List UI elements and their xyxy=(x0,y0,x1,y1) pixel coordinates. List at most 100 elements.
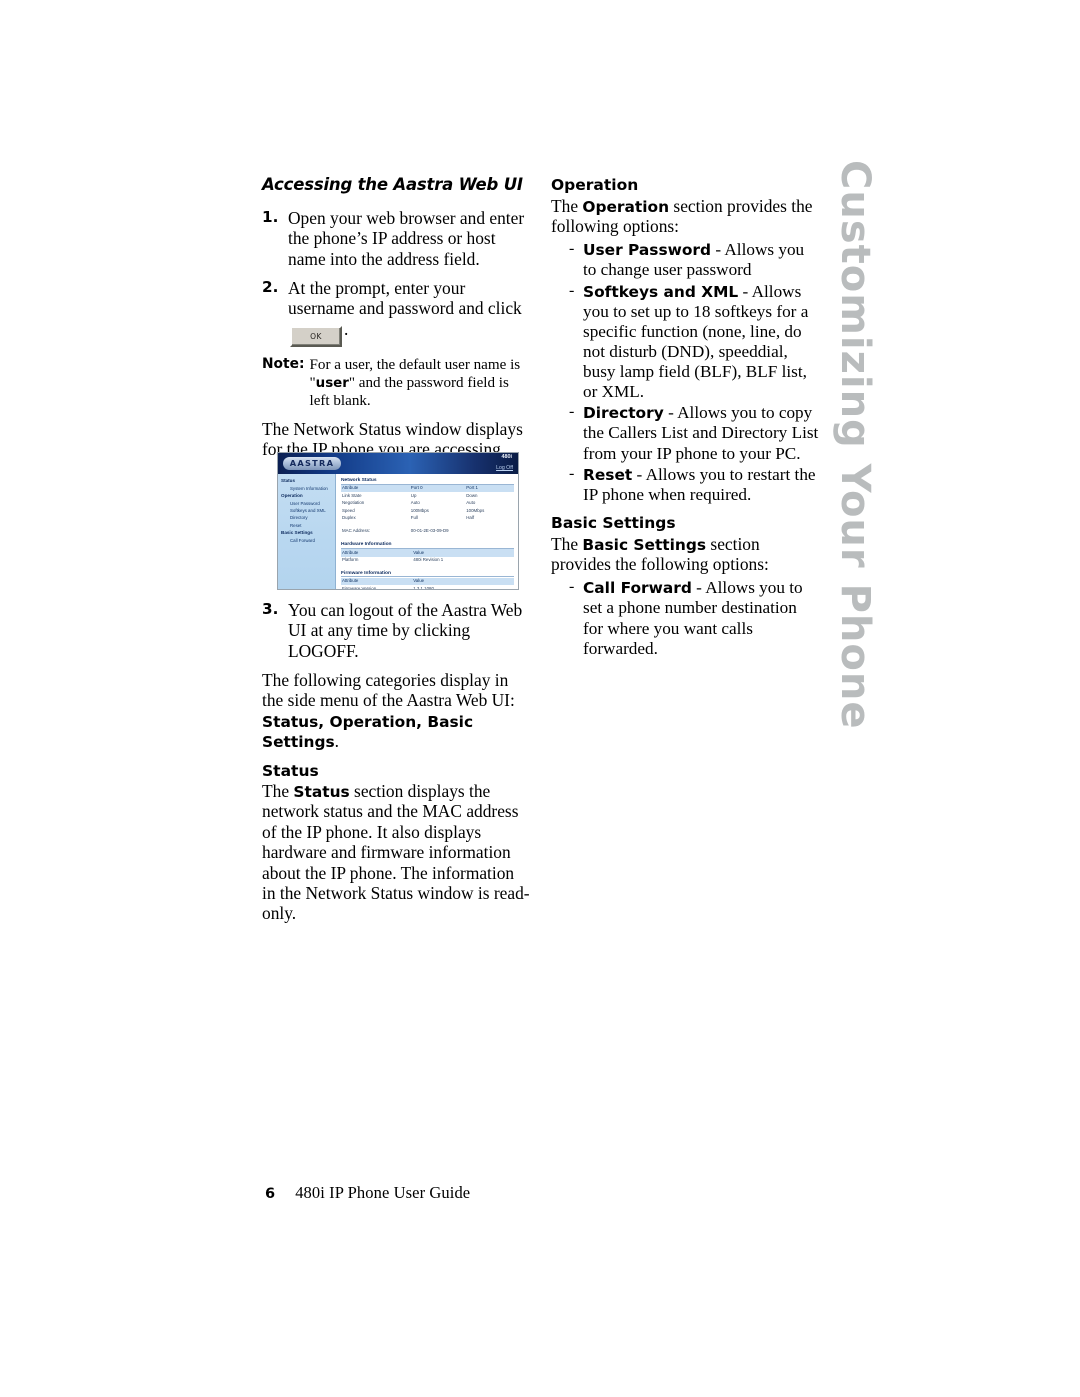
basic-item-term: Call Forward xyxy=(583,579,692,598)
note-bold-word: user xyxy=(315,375,349,391)
status-paragraph: The Status section displays the network … xyxy=(262,781,530,924)
sidebar-item-reset[interactable]: Reset xyxy=(290,523,335,529)
paragraph-categories-part2: . xyxy=(334,731,340,752)
cell-value: 480i Revision 1 xyxy=(413,556,444,562)
sidebar-item-user-password[interactable]: User Password xyxy=(290,501,335,507)
col-value: Value xyxy=(412,577,514,586)
dash-bullet: - xyxy=(569,281,575,299)
webui-logoff-link[interactable]: Log Off xyxy=(496,465,513,471)
basic-intro-bold: Basic Settings xyxy=(582,535,707,554)
operation-item-term: User Password xyxy=(583,241,712,260)
left-text-column-continued: 3. You can logout of the Aastra Web UI a… xyxy=(262,600,530,934)
right-text-column: Operation The Operation section provides… xyxy=(551,176,819,660)
table-row: Speed 100Mbps 100Mbps xyxy=(341,507,514,514)
status-paragraph-part1: The xyxy=(262,781,294,802)
firmware-information-title: Firmware Information xyxy=(341,571,514,578)
note-label: Note: xyxy=(262,355,305,372)
status-paragraph-part2: section displays the network status and … xyxy=(262,781,530,924)
basic-intro-part1: The xyxy=(551,533,583,554)
col-attribute: Attribute xyxy=(341,549,413,557)
sidebar-item-softkeys-xml[interactable]: Softkeys and XML xyxy=(290,508,335,514)
operation-item-text: User Password - Allows you to change use… xyxy=(583,240,819,280)
note-text: For a user, the default user name is "us… xyxy=(310,356,531,410)
dash-bullet: - xyxy=(569,464,575,482)
paragraph-categories-bold: Status, Operation, Basic Settings xyxy=(262,712,474,752)
mac-address-label: MAC Address: xyxy=(342,528,371,534)
cell-port1: Half xyxy=(466,514,475,520)
table-row: Firmware Version 1.3.1.1080 xyxy=(341,585,514,590)
basic-item-text: Call Forward - Allows you to set a phone… xyxy=(583,578,819,659)
webui-header: AASTRA 480i Log Off xyxy=(278,453,518,474)
operation-item-text: Directory - Allows you to copy the Calle… xyxy=(583,403,819,463)
sidebar-item-call-forward[interactable]: Call Forward xyxy=(290,538,335,544)
dash-bullet: - xyxy=(569,240,575,258)
operation-item-softkeys-xml: - Softkeys and XML - Allows you to set u… xyxy=(551,282,819,403)
basic-settings-heading: Basic Settings xyxy=(551,513,676,532)
firmware-information-table: Attribute Value Firmware Version 1.3.1.1… xyxy=(341,577,514,590)
step-1-text: Open your web browser and enter the phon… xyxy=(288,207,525,269)
cell-attribute: Firmware Version xyxy=(342,585,377,590)
sidebar-group-status[interactable]: Status xyxy=(281,478,335,485)
operation-item-term: Softkeys and XML xyxy=(583,282,739,301)
mac-address-row: MAC Address: 00-01-2E-03-09-D9 xyxy=(341,528,514,535)
cell-port1: Down xyxy=(466,492,478,498)
network-status-title: Network Status xyxy=(341,478,514,485)
step-2-text: At the prompt, enter your username and p… xyxy=(288,278,530,347)
step-3-number: 3. xyxy=(262,600,279,618)
col-attribute: Attribute xyxy=(341,485,410,493)
cell-port0: 100Mbps xyxy=(410,507,429,513)
network-status-table: Attribute Port 0 Port 1 Link State Up Do… xyxy=(341,485,514,535)
page-footer: 6 480i IP Phone User Guide xyxy=(265,1183,470,1203)
webui-sidebar: Status System Information Operation User… xyxy=(278,474,336,589)
chapter-tab-label: Customizing Your Phone xyxy=(832,160,878,730)
cell-port0: Full xyxy=(410,514,418,520)
operation-heading: Operation xyxy=(551,176,639,194)
aastra-web-ui-screenshot: AASTRA 480i Log Off Status System Inform… xyxy=(277,452,519,590)
step-2-text-after: . xyxy=(344,318,349,339)
sidebar-group-basic-settings[interactable]: Basic Settings xyxy=(281,530,335,537)
document-page: Customizing Your Phone Accessing the Aas… xyxy=(0,0,1080,1397)
sidebar-item-directory[interactable]: Directory xyxy=(290,515,335,521)
operation-intro-bold: Operation xyxy=(582,197,670,216)
note-block: Note: For a user, the default user name … xyxy=(262,356,530,410)
webui-model-label: 480i xyxy=(501,454,513,460)
webui-main-panel: Network Status Attribute Port 0 Port 1 L… xyxy=(336,474,518,589)
col-port1: Port 1 xyxy=(465,485,514,493)
mac-address-value: 00-01-2E-03-09-D9 xyxy=(410,528,449,534)
sidebar-group-operation[interactable]: Operation xyxy=(281,493,335,500)
col-port0: Port 0 xyxy=(409,485,466,493)
webui-body: Status System Information Operation User… xyxy=(278,474,518,589)
operation-item-directory: - Directory - Allows you to copy the Cal… xyxy=(551,403,819,463)
dash-bullet: - xyxy=(569,578,575,596)
paragraph-categories-part1: The following categories display in the … xyxy=(262,670,515,711)
ok-button[interactable]: OK xyxy=(290,325,342,347)
dash-bullet: - xyxy=(569,403,575,421)
step-2: 2. At the prompt, enter your username an… xyxy=(262,278,530,347)
step-1-number: 1. xyxy=(262,207,279,226)
hardware-information-table: Attribute Value Platform 480i Revision 1 xyxy=(341,549,514,564)
sidebar-item-system-information[interactable]: System Information xyxy=(290,486,335,492)
aastra-logo: AASTRA xyxy=(283,457,341,470)
step-2-number: 2. xyxy=(262,278,279,297)
cell-attribute: Platform xyxy=(342,556,359,562)
paragraph-categories: The following categories display in the … xyxy=(262,670,530,751)
cell-port1: 100Mbps xyxy=(466,507,485,513)
hardware-information-title: Hardware Information xyxy=(341,542,514,549)
step-1: 1. Open your web browser and enter the p… xyxy=(262,208,530,269)
footer-title: 480i IP Phone User Guide xyxy=(295,1183,471,1202)
operation-intro-part1: The xyxy=(551,195,583,216)
table-row: Link State Up Down xyxy=(341,492,514,499)
operation-item-text: Softkeys and XML - Allows you to set up … xyxy=(583,282,819,403)
col-value: Value xyxy=(412,549,514,557)
footer-page-number: 6 xyxy=(265,1186,276,1202)
basic-settings-intro: The Basic Settings section provides the … xyxy=(551,534,819,575)
left-text-column: Accessing the Aastra Web UI 1. Open your… xyxy=(262,175,530,470)
status-paragraph-bold: Status xyxy=(293,783,350,802)
operation-item-user-password: - User Password - Allows you to change u… xyxy=(551,240,819,280)
table-header-row: Attribute Port 0 Port 1 xyxy=(341,485,514,493)
step-3: 3. You can logout of the Aastra Web UI a… xyxy=(262,600,530,661)
cell-attribute: Link State xyxy=(342,492,362,498)
cell-port0: Auto xyxy=(410,500,420,506)
operation-item-term: Reset xyxy=(583,465,633,484)
